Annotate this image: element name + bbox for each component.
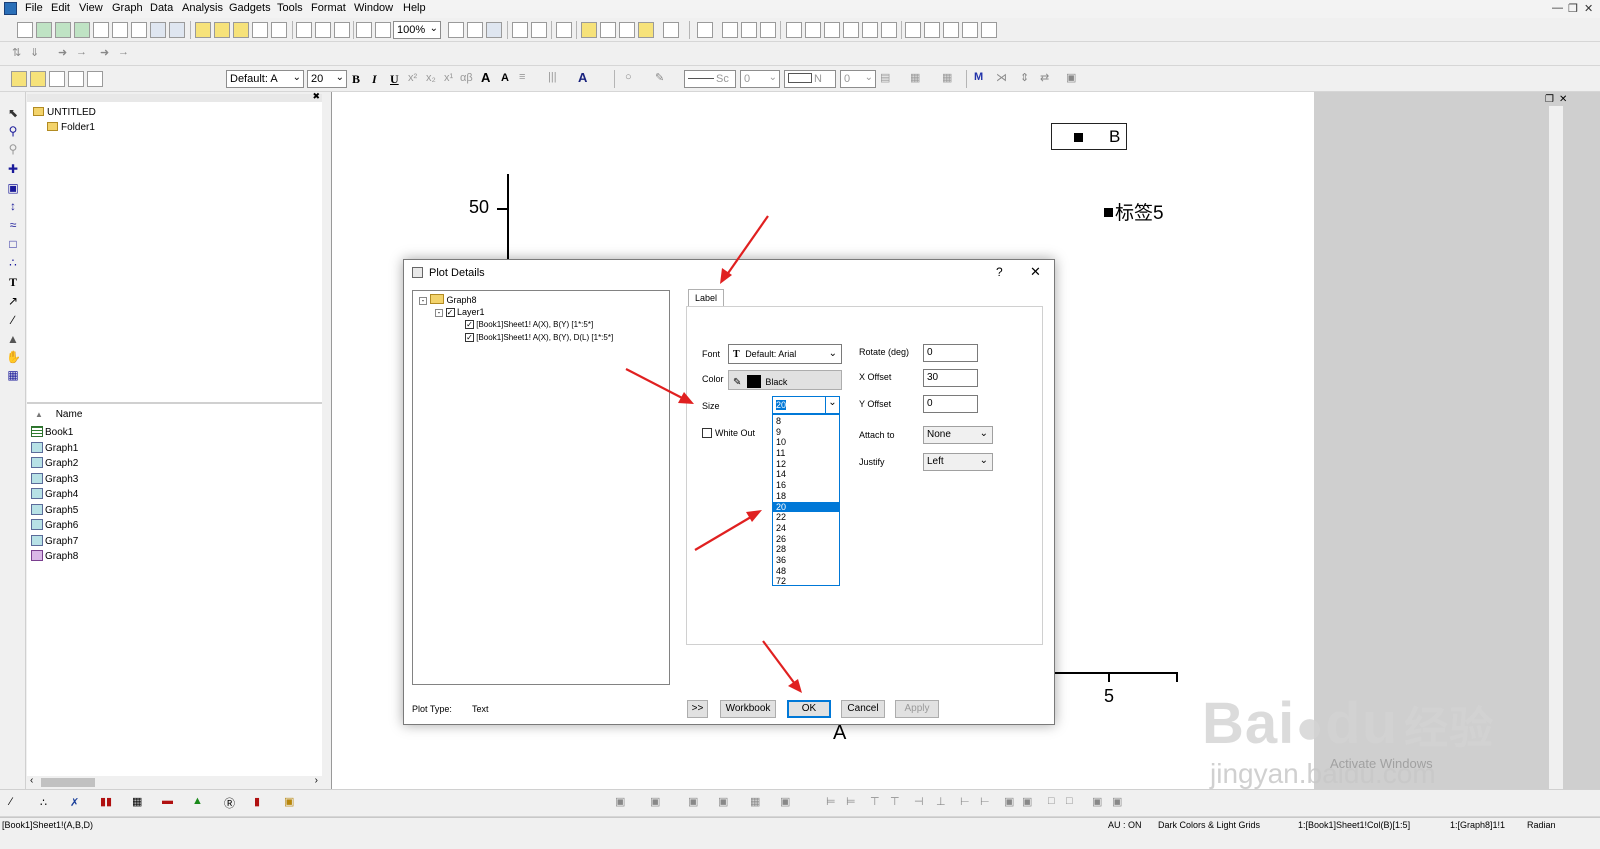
align-top-icon[interactable]: ⊤ bbox=[870, 795, 880, 808]
arrow-to-ok bbox=[762, 640, 802, 693]
status-theme: Dark Colors & Light Grids bbox=[1158, 820, 1261, 830]
status-unit: Radian bbox=[1527, 820, 1556, 830]
arrow-to-label-tab bbox=[720, 215, 769, 284]
line-symbol-icon[interactable]: ✗ bbox=[70, 796, 79, 809]
status-column: 1:[Book1]Sheet1!Col(B)[1:5] bbox=[1298, 820, 1411, 830]
matrix-icon[interactable]: ▦ bbox=[750, 795, 760, 808]
pie-plot-icon[interactable]: ▦ bbox=[132, 795, 142, 808]
area-plot-icon[interactable]: ▲ bbox=[192, 795, 203, 807]
box-plot-icon[interactable]: ▬ bbox=[162, 795, 173, 807]
template-icon[interactable]: ▣ bbox=[284, 795, 294, 808]
crop-icon[interactable]: ▣ bbox=[1092, 795, 1102, 808]
contour-plot-icon[interactable]: Ⓡ bbox=[224, 795, 235, 811]
status-selection: [Book1]Sheet1!(A,B,D) bbox=[2, 820, 94, 830]
ungroup-objects-icon[interactable]: □ bbox=[1066, 795, 1073, 807]
align-center-icon[interactable]: ⊨ bbox=[846, 795, 856, 808]
activate-windows: Activate Windows bbox=[1330, 756, 1433, 771]
watermark-baidu: Bai●du 经验 bbox=[1202, 690, 1494, 757]
bottom-toolbar: ∕ ∴ ✗ ▮▮ ▦ ▬ ▲ Ⓡ ▮ ▣ ▣ ▣ ▣ ▣ ▦ ▣ ⊨ ⊨ ⊤ ⊤… bbox=[0, 789, 1600, 817]
fit-icon[interactable]: ▣ bbox=[1112, 795, 1122, 808]
status-bar: [Book1]Sheet1!(A,B,D) AU : ON Dark Color… bbox=[0, 817, 1600, 849]
watermark-brand: Bai bbox=[1202, 691, 1296, 756]
scatter-plot-icon[interactable]: ∴ bbox=[40, 796, 47, 809]
column-plot-icon[interactable]: ▮▮ bbox=[100, 795, 112, 808]
watermark-brand2: du bbox=[1325, 691, 1399, 756]
3d-tools-icon[interactable]: ▣ bbox=[650, 795, 660, 808]
wire-icon[interactable]: ▣ bbox=[718, 795, 728, 808]
surface-icon[interactable]: ▣ bbox=[688, 795, 698, 808]
line-plot-icon[interactable]: ∕ bbox=[10, 796, 12, 808]
paw-icon: ● bbox=[1295, 701, 1326, 754]
back-icon[interactable]: ▣ bbox=[1022, 795, 1032, 808]
status-graph: 1:[Graph8]1!1 bbox=[1450, 820, 1506, 830]
align-middle-icon[interactable]: ⊤ bbox=[890, 795, 900, 808]
group-objects-icon[interactable]: □ bbox=[1048, 795, 1055, 807]
align-right-icon[interactable]: ⊣ bbox=[914, 795, 924, 808]
status-au: AU : ON bbox=[1108, 820, 1142, 830]
front-icon[interactable]: ▣ bbox=[1004, 795, 1014, 808]
align-left-icon[interactable]: ⊨ bbox=[826, 795, 836, 808]
watermark-cn: 经验 bbox=[1404, 704, 1495, 753]
same-height-icon[interactable]: ⊢ bbox=[980, 795, 990, 808]
arrow-to-size-20 bbox=[694, 510, 762, 551]
arrow-to-size-label bbox=[625, 368, 694, 404]
image-icon[interactable]: ▣ bbox=[780, 795, 790, 808]
align-bottom-icon[interactable]: ⊥ bbox=[936, 795, 946, 808]
layer-tools-icon[interactable]: ▣ bbox=[615, 795, 625, 808]
same-width-icon[interactable]: ⊢ bbox=[960, 795, 970, 808]
stock-plot-icon[interactable]: ▮ bbox=[254, 795, 260, 808]
